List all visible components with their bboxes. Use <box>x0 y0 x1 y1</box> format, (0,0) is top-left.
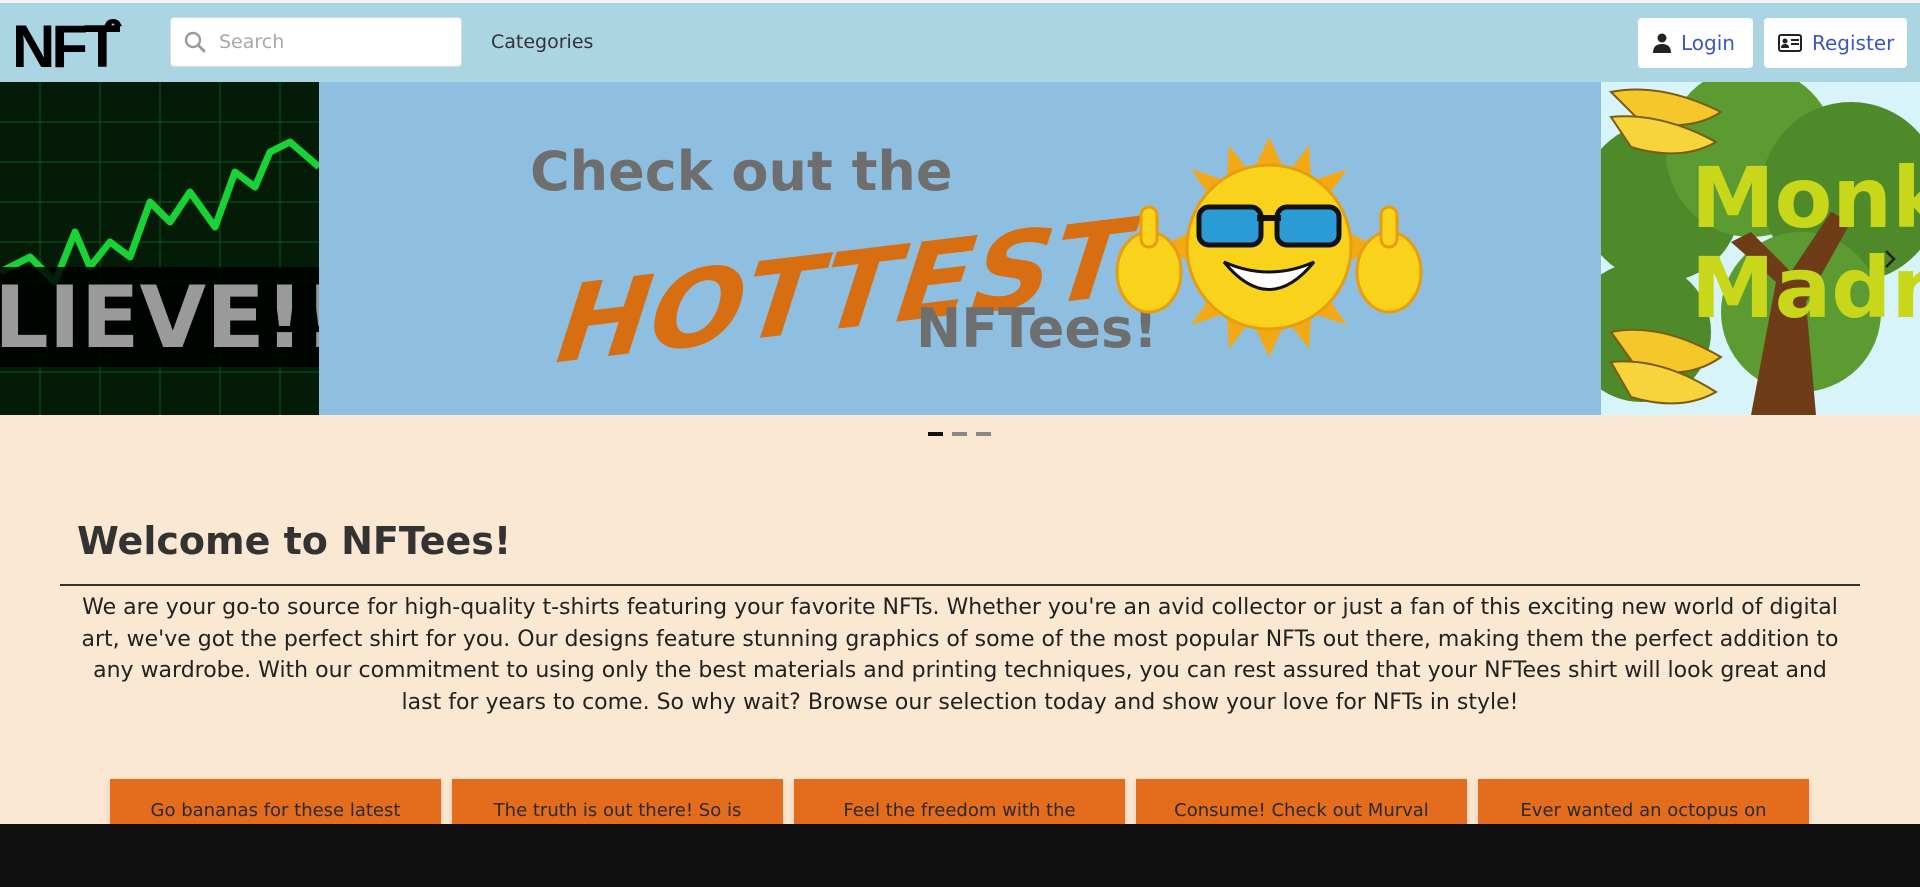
search-icon <box>184 31 206 53</box>
featured-card-4[interactable]: Consume! Check out Murval <box>1136 779 1467 824</box>
carousel-slide-active[interactable]: Check out the HOTTEST NFTees! <box>319 82 1601 415</box>
svg-text:LIEVE!!!: LIEVE!!! <box>0 268 319 368</box>
svg-text:NFT: NFT <box>12 17 120 73</box>
stock-chart-image: LIEVE!!! <box>0 82 319 415</box>
login-label: Login <box>1681 31 1735 55</box>
svg-text:Monk: Monk <box>1691 149 1920 247</box>
login-button[interactable]: Login <box>1638 18 1753 68</box>
hero-carousel[interactable]: LIEVE!!! Check out the HOTTEST NFTees! <box>0 82 1920 415</box>
carousel-indicators <box>928 432 996 437</box>
divider <box>60 584 1860 586</box>
id-card-icon <box>1778 34 1802 52</box>
monkey-madness-image: Monk Madn <box>1601 82 1920 415</box>
featured-card-5[interactable]: Ever wanted an octopus on <box>1478 779 1809 824</box>
navbar: NFT Categories Login <box>0 3 1920 82</box>
carousel-slide-prev[interactable]: LIEVE!!! <box>0 82 319 415</box>
carousel-indicator-3[interactable] <box>976 432 991 436</box>
carousel-slide-next[interactable]: Monk Madn <box>1601 82 1920 415</box>
svg-text:Check out the: Check out the <box>530 140 952 203</box>
carousel-indicator-1[interactable] <box>928 432 943 436</box>
welcome-title: Welcome to NFTees! <box>77 519 512 563</box>
chevron-right-icon[interactable] <box>1878 247 1902 271</box>
featured-card-3[interactable]: Feel the freedom with the <box>794 779 1125 824</box>
carousel-indicator-2[interactable] <box>952 432 967 436</box>
svg-text:NFTees!: NFTees! <box>916 297 1158 360</box>
welcome-text: We are your go-to source for high-qualit… <box>81 595 1839 715</box>
register-label: Register <box>1812 31 1895 55</box>
user-icon <box>1653 33 1671 53</box>
search-box[interactable] <box>170 17 462 67</box>
featured-card-2[interactable]: The truth is out there! So is <box>452 779 783 824</box>
nft-logo[interactable]: NFT <box>12 17 142 73</box>
page: NFT Categories Login <box>0 0 1920 824</box>
register-button[interactable]: Register <box>1764 18 1907 68</box>
search-input[interactable] <box>219 18 449 66</box>
hottest-banner-image: Check out the HOTTEST NFTees! <box>319 82 1601 415</box>
featured-cards: Go bananas for these latest The truth is… <box>0 779 1920 824</box>
categories-link[interactable]: Categories <box>491 31 593 53</box>
featured-card-1[interactable]: Go bananas for these latest <box>110 779 441 824</box>
